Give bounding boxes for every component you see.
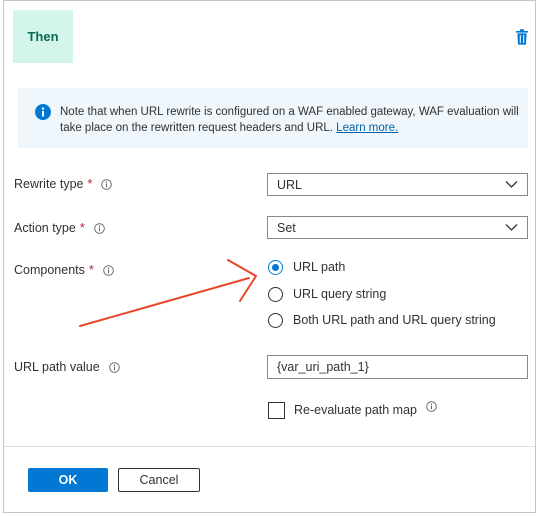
url-path-value-text: {var_uri_path_1}: [277, 360, 369, 374]
reevaluate-path-map-row[interactable]: Re-evaluate path map: [268, 400, 437, 419]
cancel-button[interactable]: Cancel: [118, 468, 200, 492]
url-path-value-label-row: URL path value: [14, 360, 120, 374]
info-circle-icon[interactable]: [93, 222, 105, 234]
components-label: Components: [14, 263, 85, 277]
info-message: Note that when URL rewrite is configured…: [60, 104, 520, 136]
radio-url-path[interactable]: URL path: [268, 257, 345, 277]
rewrite-type-label: Rewrite type: [14, 177, 84, 191]
rewrite-type-select[interactable]: URL: [267, 173, 528, 196]
rewrite-type-label-row: Rewrite type *: [14, 177, 113, 191]
learn-more-link[interactable]: Learn more.: [336, 122, 398, 134]
radio-label-url-path: URL path: [293, 260, 346, 274]
reevaluate-path-map-checkbox[interactable]: [268, 401, 285, 419]
action-type-label: Action type: [14, 221, 76, 235]
footer-divider: [4, 446, 535, 447]
radio-label-both: Both URL path and URL query string: [293, 313, 496, 327]
reevaluate-path-map-label: Re-evaluate path map: [294, 403, 417, 417]
required-mark: *: [88, 263, 94, 277]
radio-url-query-string[interactable]: URL query string: [268, 284, 386, 304]
url-path-value-label: URL path value: [14, 360, 100, 374]
radio-button-url-query-string[interactable]: [268, 286, 283, 302]
radio-label-url-query-string: URL query string: [293, 287, 387, 301]
radio-button-url-path[interactable]: [268, 259, 283, 275]
url-path-value-input[interactable]: {var_uri_path_1}: [267, 355, 528, 379]
info-message-text: Note that when URL rewrite is configured…: [60, 106, 519, 134]
info-icon: [35, 104, 51, 120]
required-mark: *: [79, 221, 85, 235]
rewrite-action-panel: Then Note that when URL rewrite is confi…: [3, 0, 536, 513]
waf-info-banner: Note that when URL rewrite is configured…: [18, 88, 528, 148]
chevron-down-icon: [505, 181, 518, 188]
info-circle-icon[interactable]: [108, 361, 120, 373]
info-circle-icon[interactable]: [102, 264, 114, 276]
action-type-label-row: Action type *: [14, 221, 105, 235]
rewrite-type-value: URL: [277, 177, 303, 192]
ok-button[interactable]: OK: [28, 468, 108, 492]
then-badge: Then: [13, 10, 73, 63]
components-label-row: Components *: [14, 263, 114, 277]
trash-icon[interactable]: [515, 29, 529, 45]
radio-button-both[interactable]: [268, 312, 283, 328]
action-type-select[interactable]: Set: [267, 216, 528, 239]
info-circle-icon[interactable]: [426, 400, 437, 412]
info-circle-icon[interactable]: [101, 178, 113, 190]
required-mark: *: [87, 177, 93, 191]
radio-both[interactable]: Both URL path and URL query string: [268, 310, 496, 330]
chevron-down-icon: [505, 224, 518, 231]
action-type-value: Set: [277, 220, 296, 235]
